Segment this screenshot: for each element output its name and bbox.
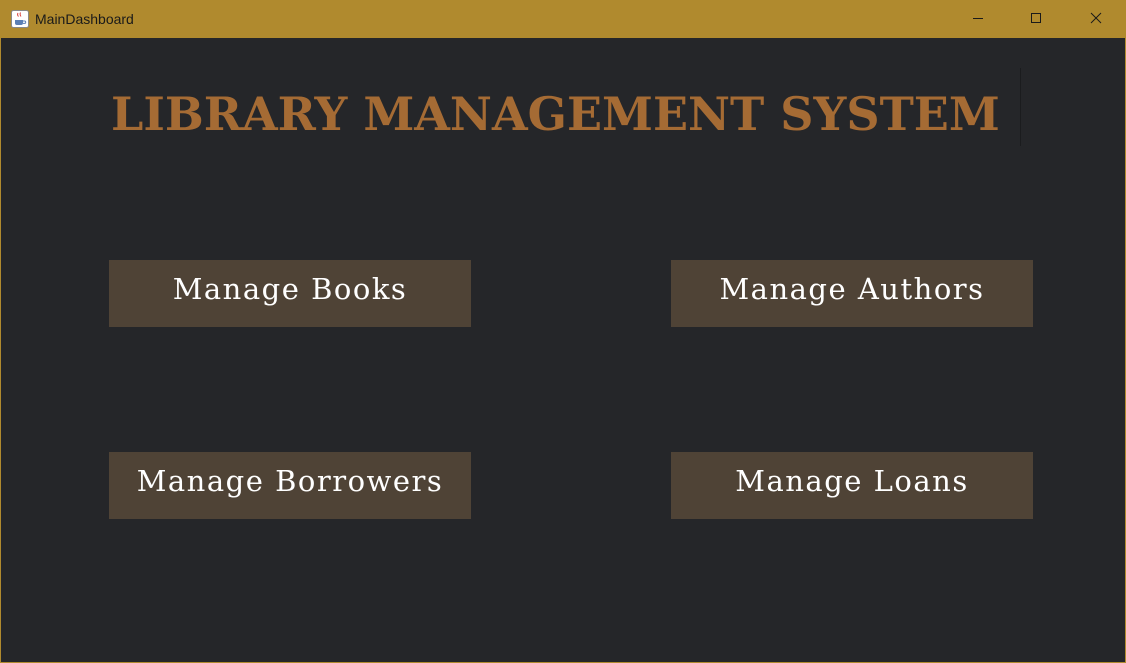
close-button[interactable] <box>1067 1 1125 38</box>
manage-books-button[interactable]: Manage Books <box>109 260 471 327</box>
java-coffee-cup-icon[interactable] <box>11 10 29 28</box>
maximize-icon <box>1030 11 1042 29</box>
maximize-button[interactable] <box>1007 1 1065 38</box>
manage-loans-button[interactable]: Manage Loans <box>671 452 1033 519</box>
title-divider <box>1020 68 1021 146</box>
minimize-button[interactable] <box>949 1 1007 38</box>
main-dashboard-window: MainDashboard LIBRARY MANAGEMENT SYSTEM … <box>0 0 1126 663</box>
manage-authors-button[interactable]: Manage Authors <box>671 260 1033 327</box>
dashboard-content: LIBRARY MANAGEMENT SYSTEM Manage Books M… <box>1 38 1125 662</box>
close-icon <box>1090 11 1102 29</box>
manage-borrowers-button[interactable]: Manage Borrowers <box>109 452 471 519</box>
window-title: MainDashboard <box>35 11 134 27</box>
minimize-icon <box>972 11 984 29</box>
page-title: LIBRARY MANAGEMENT SYSTEM <box>111 87 1000 141</box>
title-bar[interactable]: MainDashboard <box>1 1 1125 38</box>
